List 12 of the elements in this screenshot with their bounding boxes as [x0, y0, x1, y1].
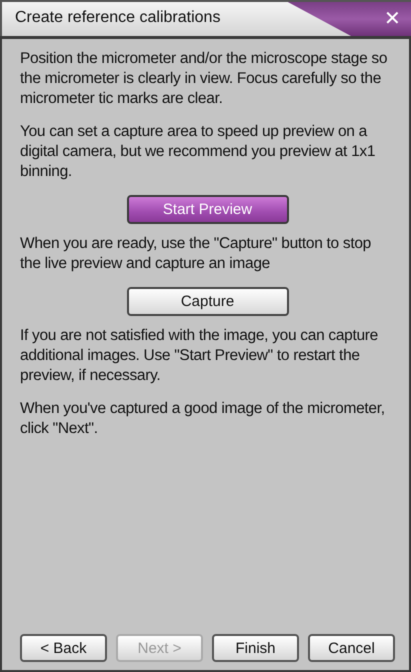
wizard-button[interactable]: Finish [212, 634, 299, 662]
wizard-button[interactable]: Cancel [308, 634, 395, 662]
window-title: Create reference calibrations [0, 2, 351, 36]
instruction-text: If you are not satisfied with the image, you can capture additional images. Use "Start Preview" to restart the preview, if necessary. [20, 326, 379, 386]
start-preview-button[interactable]: Start Preview [126, 195, 288, 224]
instruction-text: Position the micrometer and/or the microscope stage so the micrometer is clearly in view. Focus carefully so the micrometer tic marks are clear. [20, 49, 388, 109]
capture-button[interactable]: Capture [126, 287, 288, 316]
instruction-text: When you've captured a good image of the micrometer, click "Next". [20, 399, 386, 439]
instruction-text: When you are ready, use the "Capture" button to stop the live preview and capture an image [20, 234, 372, 274]
wizard-button[interactable]: < Back [20, 634, 107, 662]
close-button[interactable]: ✕ [380, 6, 405, 31]
instruction-text: You can set a capture area to speed up preview on a digital camera, but we recommend you preview at 1x1 binning. [20, 122, 376, 182]
